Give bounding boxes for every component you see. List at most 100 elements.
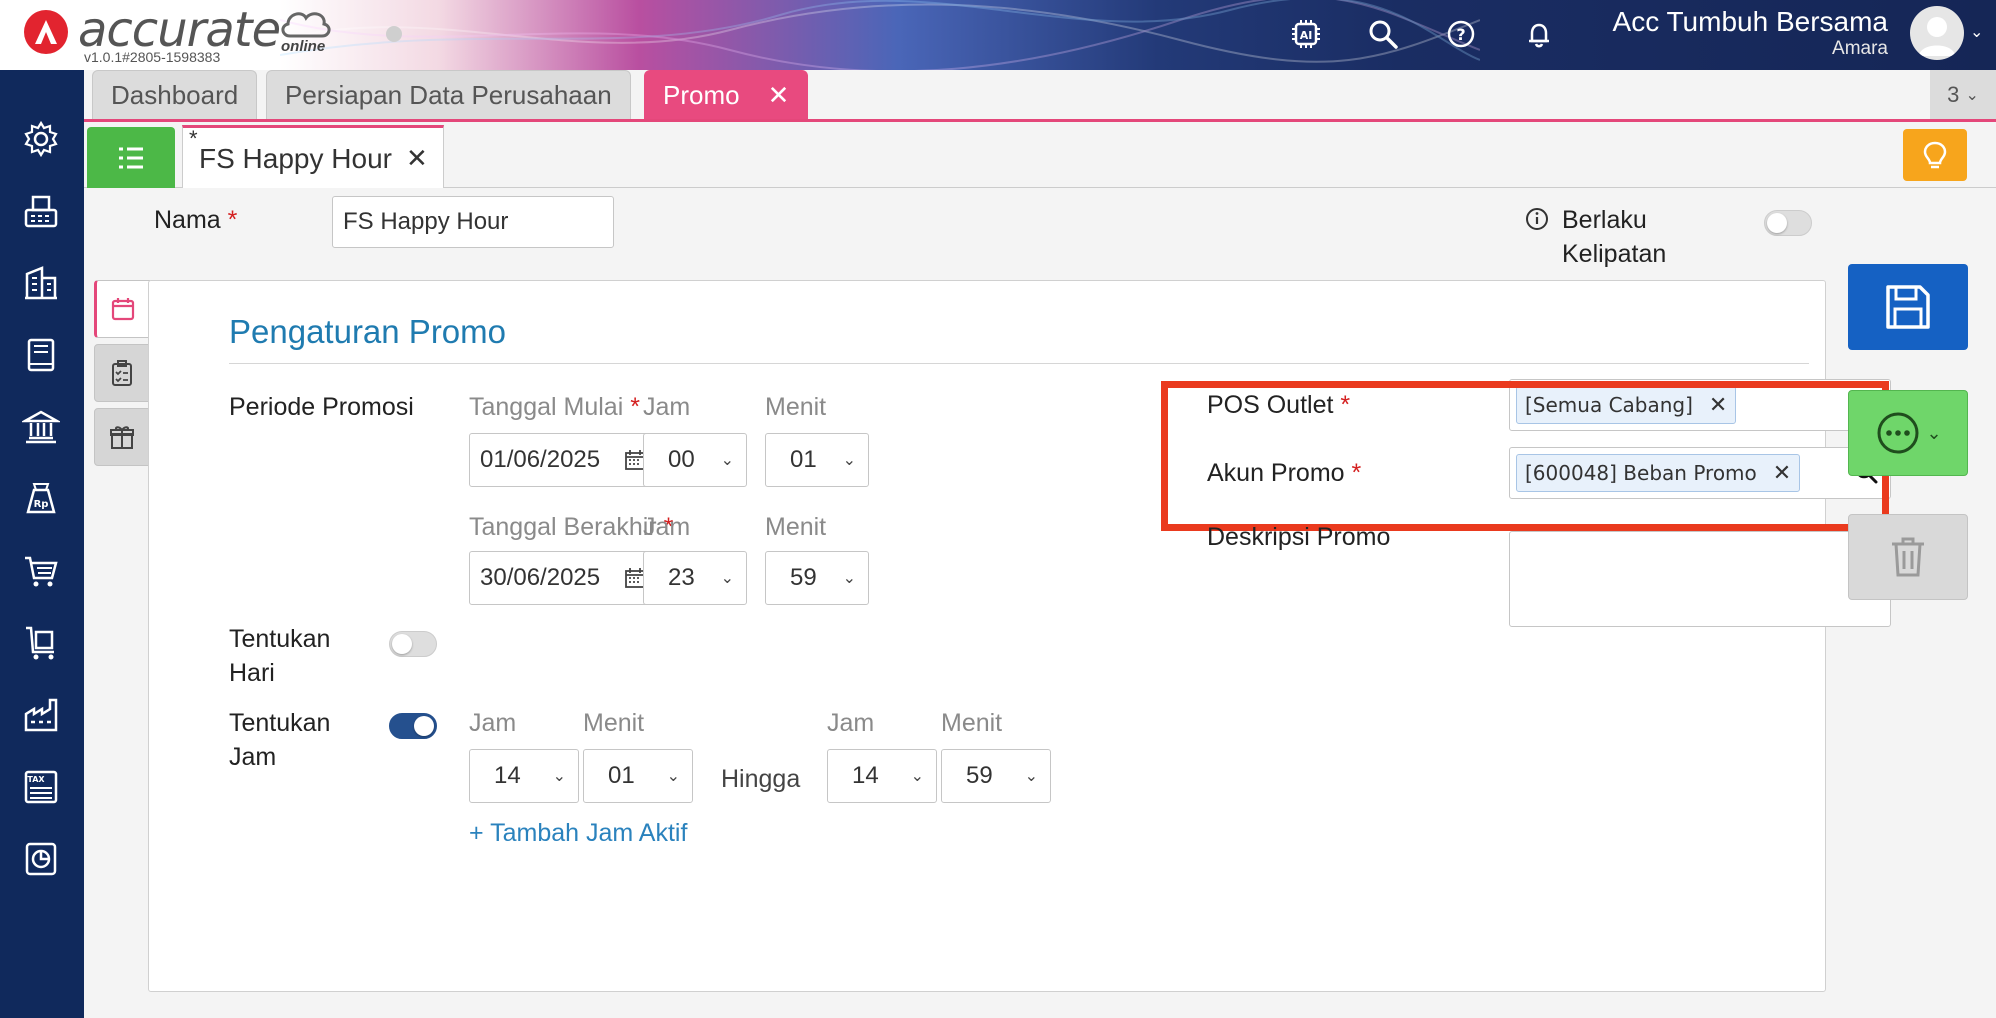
kelipatan-label-line2: Kelipatan: [1562, 240, 1667, 268]
active-from-menit-value: 01: [608, 762, 635, 789]
document-tab-label: FS Happy Hour: [199, 142, 392, 174]
tips-button[interactable]: [1903, 129, 1967, 181]
panel-divider: [229, 363, 1809, 364]
nama-input[interactable]: FS Happy Hour: [332, 196, 614, 248]
tanggal-berakhir-input[interactable]: 30/06/2025: [469, 551, 659, 605]
chevron-down-icon[interactable]: ⌄: [1970, 22, 1983, 42]
start-jam-select[interactable]: 00 ⌄: [643, 433, 747, 487]
active-to-jam-value: 14: [852, 762, 879, 789]
tab-checklist[interactable]: [94, 344, 150, 402]
end-menit-select[interactable]: 59 ⌄: [765, 551, 869, 605]
svg-text:?: ?: [1456, 25, 1465, 44]
tanggal-mulai-value: 01/06/2025: [480, 446, 601, 473]
modified-indicator: *: [189, 126, 198, 151]
end-jam-select[interactable]: 23 ⌄: [643, 551, 747, 605]
report-chart-icon[interactable]: [18, 836, 64, 882]
chevron-down-icon: ⌄: [842, 570, 856, 587]
calendar-icon: [111, 298, 135, 321]
panel-title: Pengaturan Promo: [229, 313, 507, 350]
avatar[interactable]: [1910, 6, 1964, 60]
search-icon[interactable]: [1363, 14, 1403, 54]
delete-button[interactable]: [1848, 514, 1968, 600]
cloud-icon: [281, 12, 331, 38]
svg-text:Rp: Rp: [34, 499, 49, 510]
berlaku-kelipatan-toggle[interactable]: [1764, 210, 1812, 236]
tab-calendar[interactable]: [94, 280, 150, 338]
active-from-jam-select[interactable]: 14 ⌄: [469, 749, 579, 803]
start-jam-value: 00: [668, 446, 695, 473]
list-view-button[interactable]: [87, 127, 175, 189]
close-icon[interactable]: ✕: [768, 80, 790, 111]
book-icon[interactable]: [18, 332, 64, 378]
highlight-annotation-box: [1161, 381, 1889, 531]
info-icon[interactable]: [1524, 206, 1550, 232]
deskripsi-promo-textarea[interactable]: [1509, 531, 1891, 627]
more-actions-button[interactable]: ⌄: [1848, 390, 1968, 476]
active-from-jam-value: 14: [494, 762, 521, 789]
jam-label: Jam: [469, 709, 517, 737]
bank-icon[interactable]: [18, 404, 64, 450]
close-icon[interactable]: ✕: [406, 143, 428, 174]
status-dot: [386, 26, 402, 42]
cart-icon[interactable]: [18, 548, 64, 594]
save-button[interactable]: [1848, 264, 1968, 350]
active-to-jam-select[interactable]: 14 ⌄: [827, 749, 937, 803]
factory-icon[interactable]: [18, 692, 64, 738]
end-jam-value: 23: [668, 564, 695, 591]
tab-label: Dashboard: [111, 79, 239, 110]
svg-text:TAX: TAX: [27, 775, 45, 784]
fax-icon[interactable]: [18, 188, 64, 234]
tax-icon[interactable]: TAX: [18, 764, 64, 810]
cart-box-icon[interactable]: [18, 620, 64, 666]
tab-dashboard[interactable]: Dashboard: [92, 70, 258, 119]
building-icon[interactable]: [18, 260, 64, 306]
user-name[interactable]: Amara: [1832, 38, 1888, 60]
tanggal-mulai-input[interactable]: 01/06/2025: [469, 433, 659, 487]
accurate-logo-icon[interactable]: [24, 10, 68, 54]
jam-label: Jam: [827, 709, 875, 737]
main-content: Nama * FS Happy Hour Berlaku Kelipatan P…: [84, 188, 1996, 1018]
tab-persiapan-data[interactable]: Persiapan Data Perusahaan: [266, 70, 631, 119]
start-menit-value: 01: [790, 446, 817, 473]
chevron-down-icon: ⌄: [720, 570, 734, 587]
tentukan-hari-toggle[interactable]: [389, 631, 437, 657]
tambah-jam-aktif-link[interactable]: + Tambah Jam Aktif: [469, 819, 687, 848]
tab-gift[interactable]: [94, 408, 150, 466]
start-menit-select[interactable]: 01 ⌄: [765, 433, 869, 487]
help-icon[interactable]: ?: [1441, 14, 1481, 54]
chevron-down-icon: ⌄: [910, 768, 924, 785]
tentukan-jam-label-line2: Jam: [229, 743, 277, 771]
sidebar: Rp TAX: [0, 70, 84, 1018]
more-options-icon: [1877, 412, 1919, 454]
tab-count: 3: [1947, 81, 1960, 107]
document-tab[interactable]: * FS Happy Hour ✕: [182, 125, 444, 189]
active-from-menit-select[interactable]: 01 ⌄: [583, 749, 693, 803]
rupiah-bag-icon[interactable]: Rp: [18, 476, 64, 522]
company-name[interactable]: Acc Tumbuh Bersama: [1613, 6, 1888, 38]
bell-icon[interactable]: [1519, 14, 1559, 54]
tanggal-mulai-label: Tanggal Mulai *: [469, 393, 640, 421]
save-icon: [1886, 285, 1930, 329]
brand-online: online: [281, 38, 326, 55]
chevron-down-icon: ⌄: [1926, 422, 1942, 443]
tab-label: Persiapan Data Perusahaan: [285, 79, 612, 110]
hingga-label: Hingga: [721, 765, 801, 793]
document-tabs: * FS Happy Hour ✕: [84, 122, 1996, 189]
tab-promo[interactable]: Promo ✕: [644, 70, 809, 119]
version-label: v1.0.1#2805-1598383: [84, 49, 221, 65]
gear-icon[interactable]: [18, 116, 64, 162]
pengaturan-promo-panel: Pengaturan Promo Periode Promosi Tanggal…: [148, 280, 1891, 992]
tab-count-dropdown[interactable]: 3 ⌄: [1930, 70, 1996, 119]
tentukan-hari-label: Tentukan: [229, 625, 331, 653]
active-to-menit-select[interactable]: 59 ⌄: [941, 749, 1051, 803]
chevron-down-icon: ⌄: [720, 452, 734, 469]
ai-chip-icon[interactable]: AI: [1286, 14, 1326, 54]
active-to-menit-value: 59: [966, 762, 993, 789]
deskripsi-promo-label: Deskripsi Promo: [1207, 523, 1391, 551]
chevron-down-icon: ⌄: [1024, 768, 1038, 785]
chevron-down-icon: ⌄: [1965, 86, 1979, 104]
tanggal-berakhir-value: 30/06/2025: [480, 564, 601, 591]
end-menit-value: 59: [790, 564, 817, 591]
menit-label: Menit: [765, 393, 827, 421]
tentukan-jam-toggle[interactable]: [389, 713, 437, 739]
